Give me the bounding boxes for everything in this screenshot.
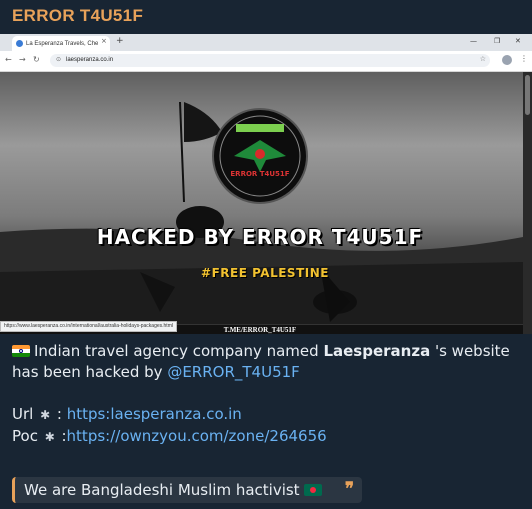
reload-icon[interactable]: ↻ <box>33 55 40 64</box>
spider-icon: ✱ <box>40 408 51 422</box>
menu-icon[interactable]: ⋮ <box>520 54 528 63</box>
scrollbar[interactable] <box>523 72 532 334</box>
browser-tab-bar: La Esperanza Travels, Cheap Ai × + — ❐ ✕ <box>0 34 532 51</box>
scrollbar-thumb[interactable] <box>525 75 530 115</box>
logo-text: ERROR T4U51F <box>230 170 290 178</box>
browser-tab[interactable]: La Esperanza Travels, Cheap Ai × <box>12 36 110 51</box>
site-link[interactable]: https:laesperanza.co.in <box>67 405 242 423</box>
site-info-icon[interactable]: ⊙ <box>56 56 61 63</box>
tab-title: La Esperanza Travels, Cheap Ai <box>26 41 98 47</box>
url-label: Url <box>12 405 34 423</box>
spider-icon: ✱ <box>44 430 55 444</box>
bangladesh-flag-icon <box>303 484 322 496</box>
hacker-logo: ERROR T4U51F <box>212 108 308 204</box>
attached-screenshot[interactable]: La Esperanza Travels, Cheap Ai × + — ❐ ✕… <box>0 34 532 334</box>
forward-icon[interactable]: → <box>19 55 26 64</box>
message-caption: Indian travel agency company named Laesp… <box>12 341 522 448</box>
poc-colon: : <box>56 427 67 445</box>
mention-link[interactable]: @ERROR_T4U51F <box>167 363 299 381</box>
window-close-icon[interactable]: ✕ <box>515 37 521 45</box>
sender-name[interactable]: ERROR T4U51F <box>12 6 143 26</box>
company-name: Laesperanza <box>323 342 431 360</box>
telegram-handle: T.ME/ERROR_T4U51F <box>223 326 297 334</box>
profile-avatar[interactable] <box>502 55 512 65</box>
quote-block: We are Bangladeshi Muslim hactivist ❞ <box>12 477 362 503</box>
favicon-icon <box>16 40 23 47</box>
url-colon: : <box>52 405 67 423</box>
quote-line: We are Bangladeshi Muslim hactivist <box>24 481 300 499</box>
bookmark-star-icon[interactable]: ☆ <box>480 55 486 63</box>
close-icon[interactable]: × <box>101 37 107 45</box>
caption-text: 's website <box>430 342 510 360</box>
poc-label: Poc <box>12 427 38 445</box>
maximize-icon[interactable]: ❐ <box>494 37 500 45</box>
poc-link[interactable]: https://ownzyou.com/zone/264656 <box>67 427 327 445</box>
hacked-headline: HACKED BY ERROR T4U51F <box>96 225 424 249</box>
minimize-icon[interactable]: — <box>470 37 477 45</box>
address-bar: ← → ↻ ⊙ laesperanza.co.in ☆ ⋮ <box>0 51 532 72</box>
caption-text: Indian travel agency company named <box>34 342 324 360</box>
quote-mark-icon: ❞ <box>344 479 354 498</box>
india-flag-icon <box>12 345 30 357</box>
quote-text: We are Bangladeshi Muslim hactivist <box>24 480 322 500</box>
message-bubble: ERROR T4U51F La Esperanza Travels, Cheap… <box>0 0 532 509</box>
status-url: https://www.laesperanza.co.in/internatio… <box>0 321 177 332</box>
back-icon[interactable]: ← <box>5 55 12 64</box>
url-field[interactable]: ⊙ laesperanza.co.in ☆ <box>50 54 490 67</box>
defaced-page: ERROR T4U51F HACKED BY ERROR T4U51F #FRE… <box>0 72 532 334</box>
url-text: laesperanza.co.in <box>66 57 114 63</box>
caption-text: has been hacked by <box>12 363 168 381</box>
free-palestine-text: #FREE PALESTINE <box>201 266 329 280</box>
new-tab-icon[interactable]: + <box>116 36 124 46</box>
